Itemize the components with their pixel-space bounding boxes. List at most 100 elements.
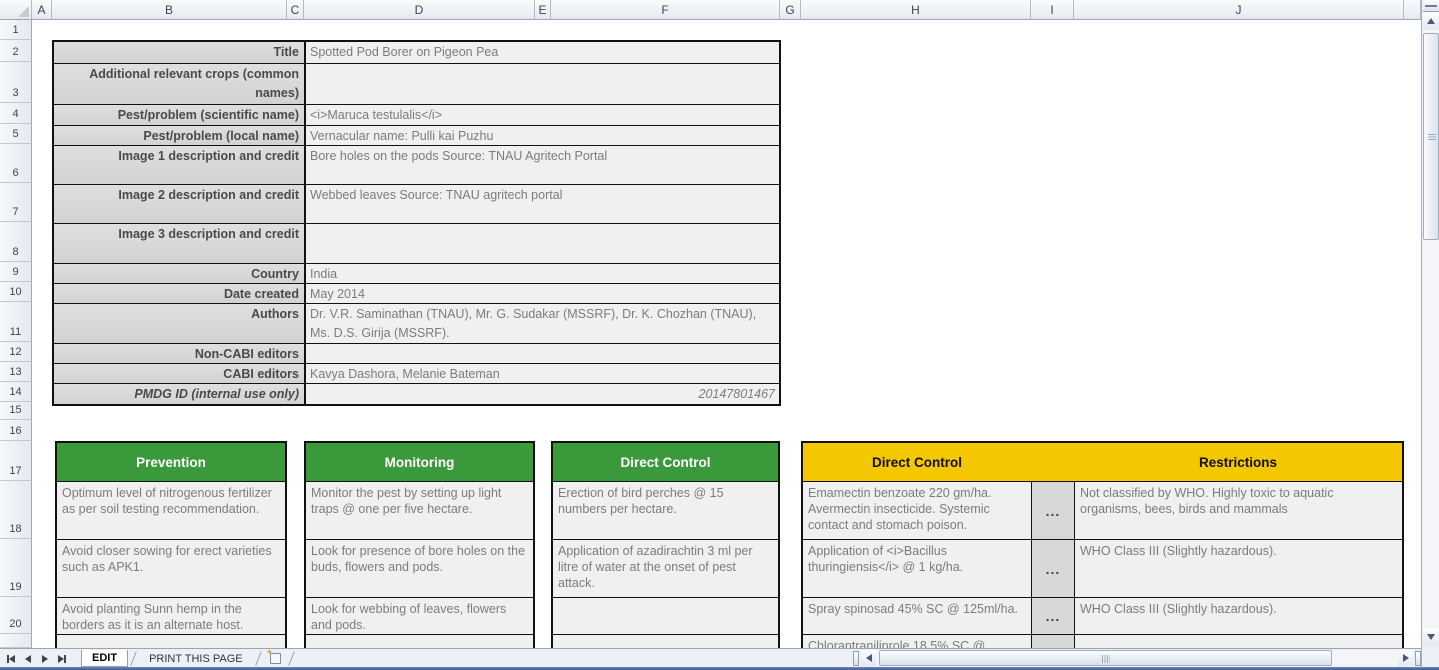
last-sheet-button[interactable] (56, 653, 67, 665)
direct-control-yellow-header[interactable]: Direct Control (803, 443, 1031, 481)
row-header-3[interactable]: 3 (0, 62, 32, 103)
row-header-11[interactable]: 11 (0, 302, 32, 342)
row-header-5[interactable]: 5 (0, 124, 32, 144)
scroll-down-button[interactable] (1423, 628, 1439, 646)
monitoring-cell[interactable]: Look for webbing of leaves, flowers and … (306, 598, 533, 634)
form-label-cell[interactable]: Date created (54, 284, 306, 303)
next-sheet-button[interactable] (39, 653, 50, 665)
direct-control-cell[interactable]: Erection of bird perches @ 15 numbers pe… (553, 482, 778, 539)
form-label-cell[interactable]: PMDG ID (internal use only) (54, 384, 306, 404)
form-value-cell[interactable]: 20147801467 (306, 384, 779, 404)
row-header-9[interactable]: 9 (0, 262, 32, 282)
form-value-cell[interactable]: May 2014 (306, 284, 779, 303)
form-value-cell[interactable]: <i>Maruca testulalis</i> (306, 105, 779, 125)
form-value-cell[interactable]: Dr. V.R. Saminathan (TNAU), Mr. G. Sudak… (306, 304, 779, 343)
scroll-right-button[interactable] (1398, 650, 1413, 666)
horizontal-scroll-thumb[interactable] (879, 650, 1332, 666)
prevention-header[interactable]: Prevention (57, 443, 285, 482)
more-info-cell[interactable] (1031, 635, 1074, 648)
row-header-18[interactable]: 18 (0, 481, 32, 539)
first-sheet-button[interactable] (5, 653, 16, 665)
vertical-scrollbar[interactable] (1421, 0, 1439, 670)
horizontal-scrollbar[interactable] (853, 649, 1421, 667)
horizontal-split-handle[interactable] (1415, 651, 1421, 666)
row-header-6[interactable]: 6 (0, 144, 32, 183)
monitoring-cell[interactable]: Look for presence of bore holes on the b… (306, 540, 533, 597)
scroll-left-button[interactable] (861, 650, 876, 666)
row-header-17[interactable]: 17 (0, 441, 32, 481)
form-value-cell[interactable] (306, 64, 779, 104)
direct-control-cell[interactable] (553, 635, 778, 648)
control-cell[interactable]: Emamectin benzoate 220 gm/ha. Avermectin… (803, 482, 1031, 539)
column-header-partial[interactable] (1404, 0, 1421, 20)
column-header-e[interactable]: E (535, 0, 551, 20)
form-label-cell[interactable]: Pest/problem (scientific name) (54, 105, 306, 125)
restriction-cell[interactable]: WHO Class III (Slightly hazardous). (1075, 540, 1402, 597)
column-header-j[interactable]: J (1074, 0, 1404, 20)
prevention-cell[interactable]: Optimum level of nitrogenous fertilizer … (57, 482, 285, 539)
direct-control-cell[interactable] (553, 598, 778, 634)
column-header-a[interactable]: A (32, 0, 52, 20)
restriction-cell[interactable]: Not classified by WHO. Highly toxic to a… (1075, 482, 1402, 539)
column-header-h[interactable]: H (801, 0, 1031, 20)
scroll-up-button[interactable] (1423, 12, 1439, 30)
horizontal-scroll-track[interactable] (876, 650, 1398, 666)
form-value-cell[interactable]: Bore holes on the pods Source: TNAU Agri… (306, 146, 779, 184)
insert-worksheet-button[interactable]: ✦ (264, 650, 286, 666)
form-label-cell[interactable]: Additional relevant crops (common names) (54, 64, 306, 104)
form-label-cell[interactable]: CABI editors (54, 364, 306, 383)
form-label-cell[interactable]: Image 1 description and credit (54, 146, 306, 184)
form-label-cell[interactable]: Authors (54, 304, 306, 343)
row-header-20[interactable]: 20 (0, 597, 32, 634)
sheet-tab-edit[interactable]: EDIT (81, 650, 128, 667)
column-header-d[interactable]: D (304, 0, 535, 20)
sheet-tab-print-this-page[interactable]: PRINT THIS PAGE (139, 650, 253, 667)
form-value-cell[interactable] (306, 224, 779, 263)
row-header-15[interactable]: 15 (0, 402, 32, 420)
row-header-16[interactable]: 16 (0, 420, 32, 441)
vertical-scroll-track[interactable] (1423, 30, 1439, 628)
form-label-cell[interactable]: Non-CABI editors (54, 344, 306, 363)
prevention-cell[interactable]: Avoid closer sowing for erect varieties … (57, 540, 285, 597)
row-header-4[interactable]: 4 (0, 103, 32, 124)
select-all-corner[interactable] (0, 0, 32, 20)
prevention-cell[interactable] (57, 635, 285, 648)
row-header-8[interactable]: 8 (0, 222, 32, 262)
row-header-1[interactable]: 1 (0, 20, 32, 40)
column-header-c[interactable]: C (287, 0, 304, 20)
row-header-2[interactable]: 2 (0, 40, 32, 62)
form-value-cell[interactable] (306, 344, 779, 363)
control-cell[interactable]: Spray spinosad 45% SC @ 125ml/ha. (803, 598, 1031, 634)
column-header-b[interactable]: B (52, 0, 287, 20)
row-header-14[interactable]: 14 (0, 382, 32, 402)
control-cell[interactable]: Application of <i>Bacillus thuringiensis… (803, 540, 1031, 597)
vertical-scroll-thumb[interactable] (1423, 33, 1439, 240)
form-label-cell[interactable]: Title (54, 42, 306, 63)
direct-control-header[interactable]: Direct Control (553, 443, 778, 482)
column-header-g[interactable]: G (780, 0, 801, 20)
form-label-cell[interactable]: Image 3 description and credit (54, 224, 306, 263)
form-value-cell[interactable]: India (306, 264, 779, 283)
form-label-cell[interactable]: Image 2 description and credit (54, 185, 306, 223)
form-value-cell[interactable]: Kavya Dashora, Melanie Bateman (306, 364, 779, 383)
more-info-cell[interactable]: ... (1031, 540, 1074, 597)
form-value-cell[interactable]: Spotted Pod Borer on Pigeon Pea (306, 42, 779, 63)
row-header-10[interactable]: 10 (0, 282, 32, 302)
row-header-19[interactable]: 19 (0, 539, 32, 597)
form-value-cell[interactable]: Vernacular name: Pulli kai Puzhu (306, 126, 779, 145)
vertical-split-handle[interactable] (1423, 0, 1439, 12)
monitoring-cell[interactable]: Monitor the pest by setting up light tra… (306, 482, 533, 539)
more-info-cell[interactable]: ... (1031, 598, 1074, 634)
restrictions-header[interactable]: Restrictions (1074, 443, 1402, 481)
column-header-f[interactable]: F (551, 0, 780, 20)
control-cell[interactable]: Chlorantraniliprole 18.5% SC @ (803, 635, 1031, 648)
tab-split-handle[interactable] (853, 651, 859, 666)
direct-control-cell[interactable]: Application of azadirachtin 3 ml per lit… (553, 540, 778, 597)
column-header-i[interactable]: I (1031, 0, 1074, 20)
row-header-13[interactable]: 13 (0, 362, 32, 382)
monitoring-cell[interactable] (306, 635, 533, 648)
form-value-cell[interactable]: Webbed leaves Source: TNAU agritech port… (306, 185, 779, 223)
prevention-cell[interactable]: Avoid planting Sunn hemp in the borders … (57, 598, 285, 634)
restriction-cell[interactable]: WHO Class III (Slightly hazardous). (1075, 598, 1402, 634)
monitoring-header[interactable]: Monitoring (306, 443, 533, 482)
